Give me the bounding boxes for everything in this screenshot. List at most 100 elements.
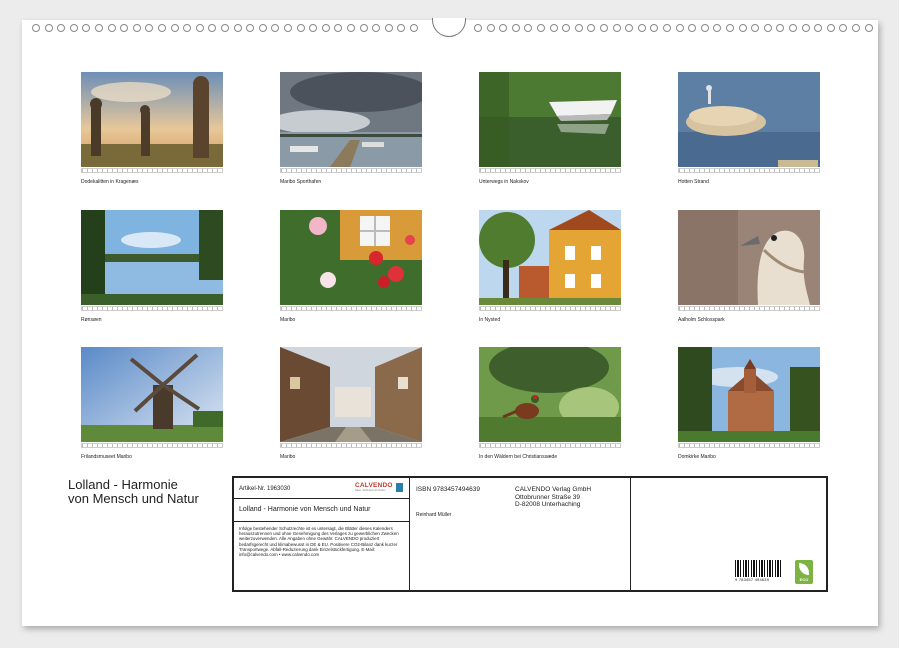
binding-ring bbox=[183, 24, 191, 32]
binding-ring bbox=[537, 24, 545, 32]
photo-tile: Aalholm Schlosspark bbox=[678, 210, 820, 323]
binding-ring bbox=[360, 24, 368, 32]
photo-tile: Dodekalitten in Kragenæs bbox=[81, 72, 223, 185]
info-box: Artikel-Nr. 1963030 CALVENDO Natur, Schö… bbox=[232, 476, 828, 592]
binding-ring bbox=[713, 24, 721, 32]
date-strip bbox=[81, 168, 223, 173]
binding-ring bbox=[70, 24, 78, 32]
photo-tile: Unterwegs in Nakskov bbox=[479, 72, 621, 185]
photo-caption: Maribo bbox=[280, 454, 422, 460]
binding-ring bbox=[739, 24, 747, 32]
binding-ring bbox=[852, 24, 860, 32]
calendar-sheet: Dodekalitten in Kragenæs Maribo Sporthaf… bbox=[22, 20, 878, 626]
binding-ring bbox=[776, 24, 784, 32]
date-strip bbox=[678, 306, 820, 311]
barcode-icon bbox=[735, 560, 781, 577]
isbn: ISBN 9783457494639 bbox=[416, 486, 480, 493]
lake-photo bbox=[81, 210, 223, 305]
photo-tile: Maribo Sporthafen bbox=[280, 72, 422, 185]
photo-caption: Rønsøen bbox=[81, 317, 223, 323]
photo-caption: Domkirke Maribo bbox=[678, 454, 820, 460]
article-number: Artikel-Nr. 1963030 bbox=[239, 486, 290, 492]
publisher-address: CALVENDO Verlag GmbH Ottobrunner Straße … bbox=[515, 486, 591, 509]
author-name: Reinhard Müller bbox=[416, 512, 451, 518]
photo-caption: Unterwegs in Nakskov bbox=[479, 179, 621, 185]
binding-ring bbox=[347, 24, 355, 32]
binding-ring bbox=[334, 24, 342, 32]
binding-ring bbox=[524, 24, 532, 32]
binding-ring bbox=[512, 24, 520, 32]
date-strip bbox=[81, 443, 223, 448]
binding-ring bbox=[487, 24, 495, 32]
binding-ring bbox=[814, 24, 822, 32]
binding-ring bbox=[663, 24, 671, 32]
date-strip bbox=[280, 443, 422, 448]
binding-ring bbox=[802, 24, 810, 32]
binding-ring bbox=[158, 24, 166, 32]
date-strip bbox=[81, 306, 223, 311]
binding-ring bbox=[108, 24, 116, 32]
info-column-article: Artikel-Nr. 1963030 CALVENDO Natur, Schö… bbox=[234, 478, 410, 590]
binding-ring bbox=[764, 24, 772, 32]
binding-ring bbox=[550, 24, 558, 32]
photo-tile: Hotten Strand bbox=[678, 72, 820, 185]
barcode-number: 9 783457 494639 bbox=[735, 577, 781, 582]
photo-caption: Maribo Sporthafen bbox=[280, 179, 422, 185]
photo-caption: Hotten Strand bbox=[678, 179, 820, 185]
binding-ring bbox=[575, 24, 583, 32]
binding-ring bbox=[246, 24, 254, 32]
binding-ring bbox=[259, 24, 267, 32]
calendar-title-line1: Lolland - Harmonie bbox=[68, 478, 199, 492]
binding-ring bbox=[45, 24, 53, 32]
binding-ring bbox=[789, 24, 797, 32]
binding-ring bbox=[309, 24, 317, 32]
photo-tile: Frilandsmuseet Maribo bbox=[81, 347, 223, 460]
photo-tile: Maribo bbox=[280, 210, 422, 323]
photo-caption: Dodekalitten in Kragenæs bbox=[81, 179, 223, 185]
street-photo bbox=[280, 347, 422, 442]
binding-ring bbox=[688, 24, 696, 32]
date-strip bbox=[280, 306, 422, 311]
photo-tile: In den Wäldern bei Christianssæde bbox=[479, 347, 621, 460]
binding-ring bbox=[397, 24, 405, 32]
stone-statues-photo bbox=[81, 72, 223, 167]
binding-ring bbox=[410, 24, 418, 32]
binding-ring bbox=[701, 24, 709, 32]
binding-ring bbox=[638, 24, 646, 32]
binding-ring bbox=[827, 24, 835, 32]
calendar-subtitle: Lolland - Harmonie von Mensch und Natur bbox=[239, 506, 371, 513]
date-strip bbox=[678, 168, 820, 173]
binding-ring bbox=[676, 24, 684, 32]
binding-ring bbox=[271, 24, 279, 32]
binding-ring bbox=[650, 24, 658, 32]
binding-ring bbox=[82, 24, 90, 32]
legal-notice: Infolge bestehender Schutzrechte ist es … bbox=[239, 526, 407, 557]
binding-ring bbox=[57, 24, 65, 32]
photo-caption: Frilandsmuseet Maribo bbox=[81, 454, 223, 460]
photo-tile: In Nysted bbox=[479, 210, 621, 323]
binding-ring bbox=[234, 24, 242, 32]
heron-rock-photo bbox=[678, 72, 820, 167]
binding-ring bbox=[587, 24, 595, 32]
binding-ring bbox=[625, 24, 633, 32]
logo-flag-icon bbox=[396, 483, 403, 492]
date-strip bbox=[678, 443, 820, 448]
binding-ring bbox=[322, 24, 330, 32]
binding-ring bbox=[613, 24, 621, 32]
photo-tile: Maribo bbox=[280, 347, 422, 460]
binding-ring bbox=[839, 24, 847, 32]
binding-ring bbox=[726, 24, 734, 32]
date-strip bbox=[479, 443, 621, 448]
binding-ring bbox=[133, 24, 141, 32]
binding-ring bbox=[95, 24, 103, 32]
binding-ring bbox=[32, 24, 40, 32]
calendar-title-line2: von Mensch und Natur bbox=[68, 492, 199, 506]
photo-tile: Rønsøen bbox=[81, 210, 223, 323]
photo-caption: In Nysted bbox=[479, 317, 621, 323]
photo-caption: Maribo bbox=[280, 317, 422, 323]
yellow-house-photo bbox=[479, 210, 621, 305]
info-column-publisher: ISBN 9783457494639 CALVENDO Verlag GmbH … bbox=[410, 478, 631, 590]
photo-tile: Domkirke Maribo bbox=[678, 347, 820, 460]
pheasant-head-photo bbox=[678, 210, 820, 305]
info-column-barcode: 9 783457 494639 ECO bbox=[631, 478, 826, 590]
